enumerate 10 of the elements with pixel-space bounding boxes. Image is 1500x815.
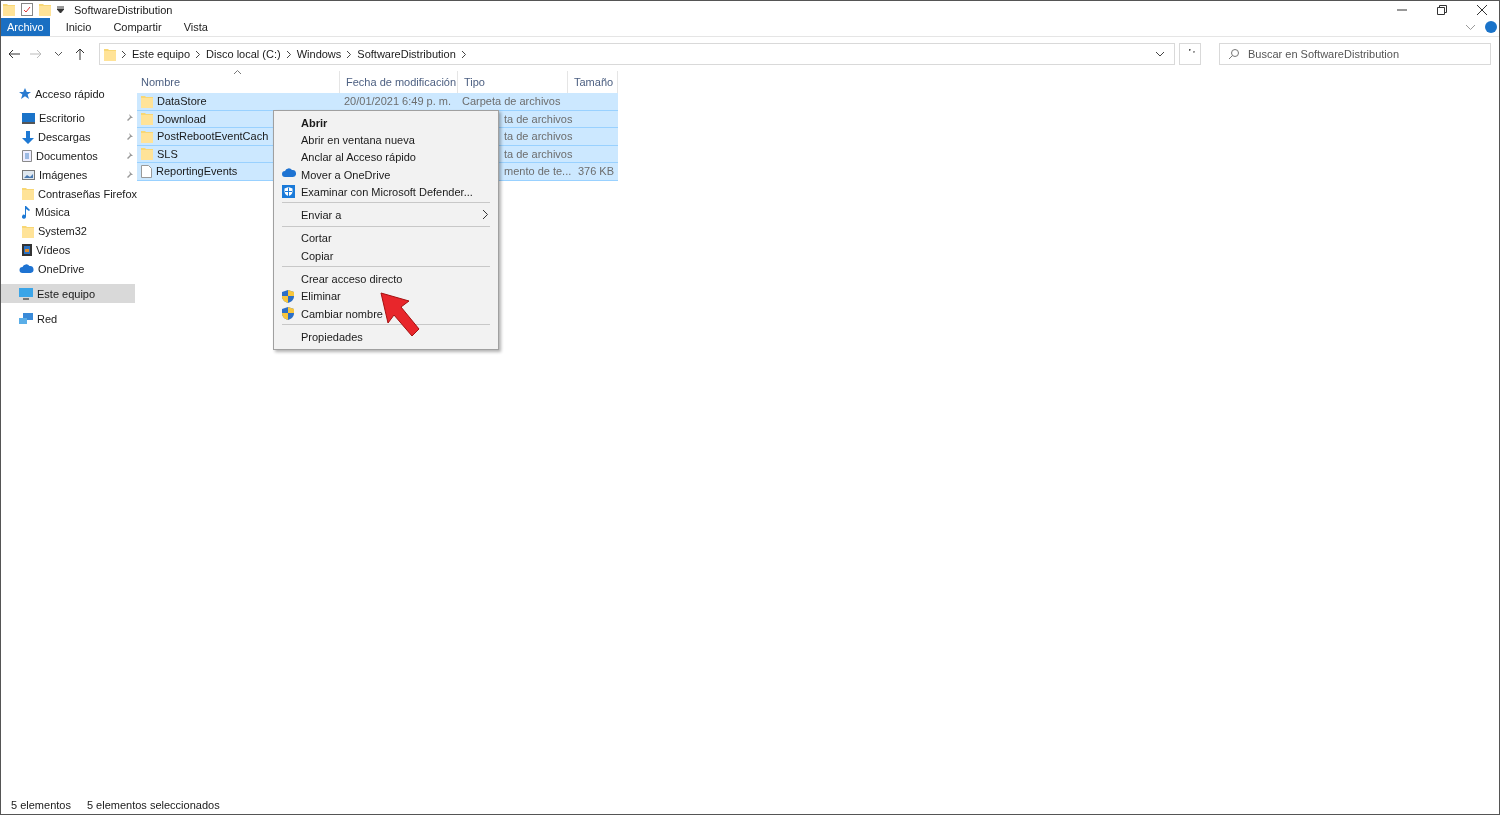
- name-cell: DataStore: [137, 94, 340, 108]
- type-cell: mento de te...: [504, 164, 572, 179]
- status-text: 5 elementos seleccionados: [86, 799, 220, 811]
- type-cell-text: Carpeta de archivos: [461, 94, 562, 109]
- type-cell: ta de archivos: [504, 146, 573, 161]
- type-cell: ta de archivos: [504, 111, 573, 126]
- type-cell: ta de archivos: [504, 129, 573, 144]
- window-title: SoftwareDistribution: [74, 3, 173, 16]
- status-text: 5 elementos: [11, 799, 71, 811]
- date-cell-text: 20/01/2021 6:49 p. m.: [343, 94, 453, 109]
